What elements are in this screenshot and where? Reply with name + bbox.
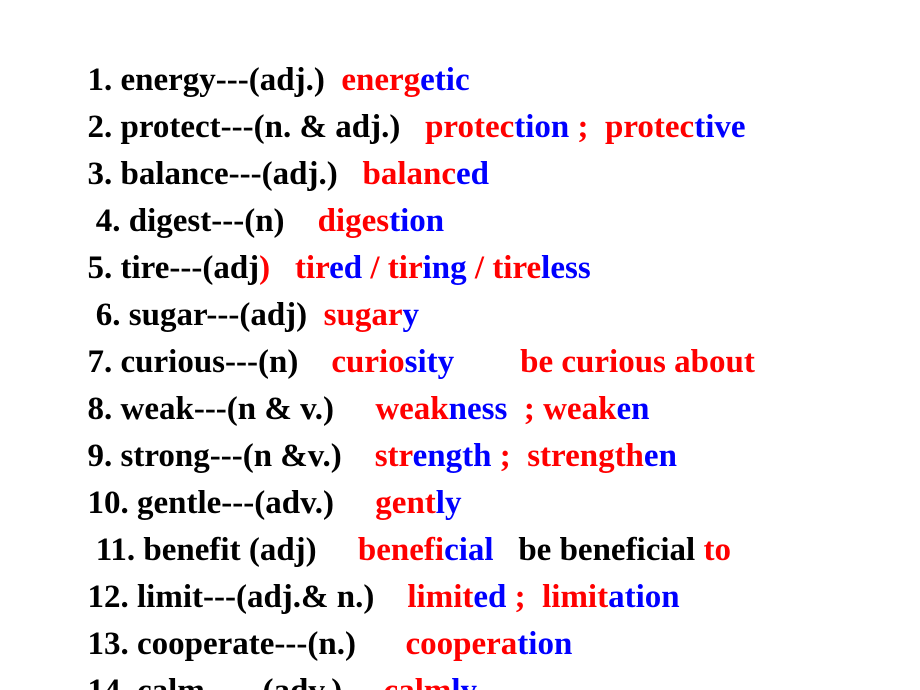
answer-suffix: y [402, 297, 420, 333]
line-prompt: 10. gentle---(adv.) [87, 485, 343, 521]
answer2-stem: strength [518, 438, 644, 474]
answer-stem: benefi [324, 532, 445, 568]
answer-stem: str [349, 438, 413, 474]
answer-stem: curio [306, 344, 405, 380]
answer-stem: diges [292, 203, 390, 239]
answer2-stem: tir [387, 250, 423, 286]
answer-suffix: etic [420, 62, 470, 98]
answer-phrase: be curious about [454, 344, 755, 380]
answer-suffix: ness [448, 391, 508, 427]
answer-suffix: tion [514, 109, 570, 145]
answer2-stem: limit [533, 579, 609, 615]
answer-slash-2: / [466, 250, 493, 286]
answer-phrase-black: be beneficial [493, 532, 704, 568]
line-prompt: 8. weak---(n & v.) [87, 391, 343, 427]
answer2-stem: protec [596, 109, 695, 145]
line-prompt: 12. limit---(adj.& n.) [87, 579, 383, 615]
answer-stem: calm [351, 673, 452, 690]
answer2-suffix: en [643, 438, 677, 474]
line-prompt: 14. calm --- (adv.) [88, 673, 351, 690]
prompt-paren-red: ) [259, 250, 271, 286]
answer2-stem: weak [543, 391, 617, 427]
slide-canvas: 1. energy---(adj.) energetic 2. protect-… [0, 0, 920, 690]
answer3-suffix: less [541, 250, 591, 286]
list-item: 1. energy---(adj.) energetic [38, 10, 920, 98]
answer-stem: balanc [345, 156, 456, 192]
line-prompt: 9. strong---(n &v.) [87, 438, 350, 474]
answer-stem: limit [382, 579, 474, 615]
answer-suffix: ly [435, 485, 462, 521]
answer-separator: ; [507, 391, 544, 427]
answer2-suffix: ation [608, 579, 680, 615]
answer-stem: coopera [364, 626, 518, 662]
answer-separator: ; [569, 109, 597, 145]
answer-stem: sugar [315, 297, 403, 333]
line-prompt: 1. energy---(adj.) [87, 62, 334, 98]
answer-stem: gent [342, 485, 436, 521]
answer-suffix: ength [412, 438, 492, 474]
answer-suffix: tion [389, 203, 445, 239]
answer2-suffix: tive [694, 109, 746, 145]
answer-stem: protec [408, 109, 515, 145]
line-prompt: 6. sugar---(adj) [87, 297, 316, 333]
answer-suffix: ed [473, 579, 507, 615]
answer-phrase-red: to [703, 532, 731, 568]
answer-stem: energ [333, 62, 421, 98]
answer-suffix: ed [329, 250, 363, 286]
answer-stem: weak [342, 391, 449, 427]
answer-suffix: cial [444, 532, 494, 568]
answer3-stem: tire [492, 250, 542, 286]
line-prompt: 4. digest---(n) [87, 203, 293, 239]
line-prompt: 3. balance---(adj.) [87, 156, 346, 192]
line-prompt: 5. tire---(adj [87, 250, 260, 286]
answer-suffix: tion [517, 626, 573, 662]
word-formation-list: 1. energy---(adj.) energetic 2. protect-… [38, 10, 920, 690]
line-prompt: 2. protect---(n. & adj.) [87, 109, 409, 145]
line-prompt: 11. benefit (adj) [87, 532, 325, 568]
answer-separator: ; [491, 438, 519, 474]
answer-suffix: ed [456, 156, 489, 192]
answer-suffix: sity [404, 344, 455, 380]
answer-stem: tir [270, 250, 330, 286]
line-prompt: 13. cooperate---(n.) [87, 626, 365, 662]
answer-separator: ; [506, 579, 534, 615]
answer-slash-1: / [362, 250, 388, 286]
answer2-suffix: en [616, 391, 650, 427]
answer-suffix: ly [451, 673, 477, 690]
line-prompt: 7. curious---(n) [87, 344, 307, 380]
answer2-suffix: ing [422, 250, 467, 286]
